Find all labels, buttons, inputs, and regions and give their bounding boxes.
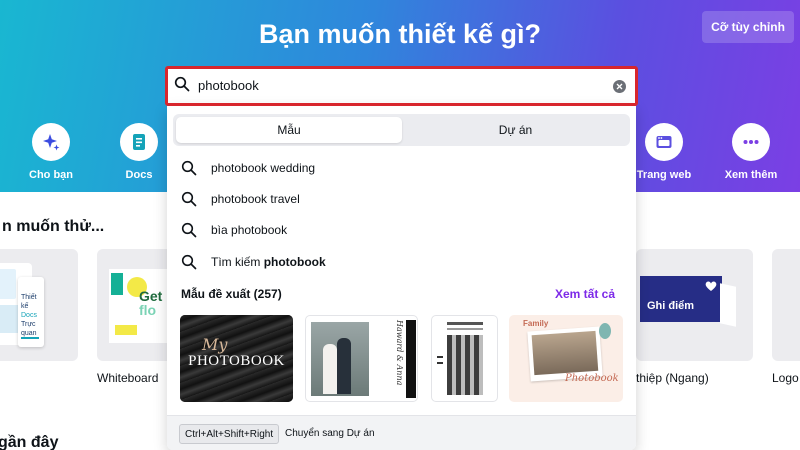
card-docs-page: Thiết kế Docs Trực quan <box>18 277 44 347</box>
card-greeting-horizontal[interactable]: Ghi điểm <box>636 249 753 361</box>
search-all-prefix: Tìm kiếm <box>211 255 261 269</box>
see-all-link[interactable]: Xem tất cả <box>555 287 615 301</box>
category-more[interactable]: Xem thêm <box>721 123 781 181</box>
card-label: Whiteboard <box>97 371 159 385</box>
shortcut-hint: Chuyển sang Dự án <box>285 428 375 439</box>
suggestion-text: bìa photobook <box>211 223 288 237</box>
website-icon <box>645 123 683 161</box>
card-text: Get <box>139 288 163 304</box>
card-text: Ghi điểm <box>647 300 695 312</box>
template-thumb-wedding[interactable]: Haward & Anna <box>305 315 418 402</box>
sparkles-icon <box>32 123 70 161</box>
suggestion-item[interactable]: photobook travel <box>181 188 300 210</box>
thumb-title: Family <box>523 319 549 328</box>
card-text: Thiết kế <box>21 294 37 310</box>
template-thumb-architecture[interactable] <box>431 315 498 402</box>
search-icon <box>181 222 197 238</box>
card-whiteboard[interactable]: Get flo <box>97 249 177 361</box>
page-title: Bạn muốn thiết kế gì? <box>258 19 541 49</box>
card-label: thiệp (Ngang) <box>636 371 709 385</box>
thumb-title: PHOTOBOOK <box>188 353 285 369</box>
custom-size-button[interactable]: Cỡ tùy chỉnh <box>702 11 794 43</box>
search-input[interactable] <box>198 74 578 96</box>
card-docs[interactable]: Thiết kế Docs Trực quan <box>0 249 78 361</box>
templates-heading: Mẫu đề xuất (257) <box>181 287 282 301</box>
suggestion-text: photobook travel <box>211 192 300 206</box>
tab-projects[interactable]: Dự án <box>404 117 627 143</box>
card-label: Logo <box>772 371 799 385</box>
thumb-photo <box>447 335 483 395</box>
thumb-script: My <box>202 335 228 354</box>
category-label: Cho bạn <box>29 169 73 181</box>
category-website[interactable]: Trang web <box>634 123 694 181</box>
close-icon <box>616 83 623 90</box>
thumb-subtitle: Photobook <box>565 373 619 384</box>
thumb-photo <box>311 322 369 396</box>
card-text: Docs <box>21 312 37 319</box>
search-all-item[interactable]: Tìm kiếm photobook <box>181 251 326 273</box>
search-icon <box>174 76 190 92</box>
clear-search-button[interactable] <box>613 80 626 93</box>
dropdown-tabs: Mẫu Dự án <box>173 114 630 146</box>
search-icon <box>181 191 197 207</box>
search-dropdown: Mẫu Dự án photobook wedding photobook tr… <box>167 106 636 450</box>
search-icon <box>181 160 197 176</box>
thumb-script: Haward & Anna <box>395 320 404 386</box>
keyboard-shortcut: Ctrl+Alt+Shift+Right <box>179 424 280 444</box>
category-label: Docs <box>125 169 153 181</box>
tab-templates[interactable]: Mẫu <box>176 117 402 143</box>
template-thumb-photobook-dark[interactable]: My PHOTOBOOK <box>180 315 293 402</box>
card-logo[interactable] <box>772 249 800 361</box>
category-label: Xem thêm <box>724 169 778 181</box>
card-greeting-preview: Ghi điểm <box>640 276 722 322</box>
section-title-try: n muốn thử... <box>2 218 105 235</box>
more-icon <box>732 123 770 161</box>
search-icon <box>181 254 197 270</box>
category-docs[interactable]: Docs <box>109 123 169 181</box>
card-text: flo <box>139 302 157 318</box>
heart-icon <box>705 281 717 291</box>
dropdown-footer: Ctrl+Alt+Shift+Right Chuyển sang Dự án <box>167 415 636 450</box>
section-title-recent: gần đây <box>0 434 59 450</box>
doc-icon <box>120 123 158 161</box>
search-all-term: photobook <box>263 255 326 269</box>
suggestion-item[interactable]: bìa photobook <box>181 219 287 241</box>
category-label: Trang web <box>636 169 692 181</box>
category-for-you[interactable]: Cho bạn <box>21 123 81 181</box>
template-thumb-family[interactable]: Family Photobook <box>509 315 623 402</box>
suggestion-text: photobook wedding <box>211 161 316 175</box>
suggestion-item[interactable]: photobook wedding <box>181 157 315 179</box>
